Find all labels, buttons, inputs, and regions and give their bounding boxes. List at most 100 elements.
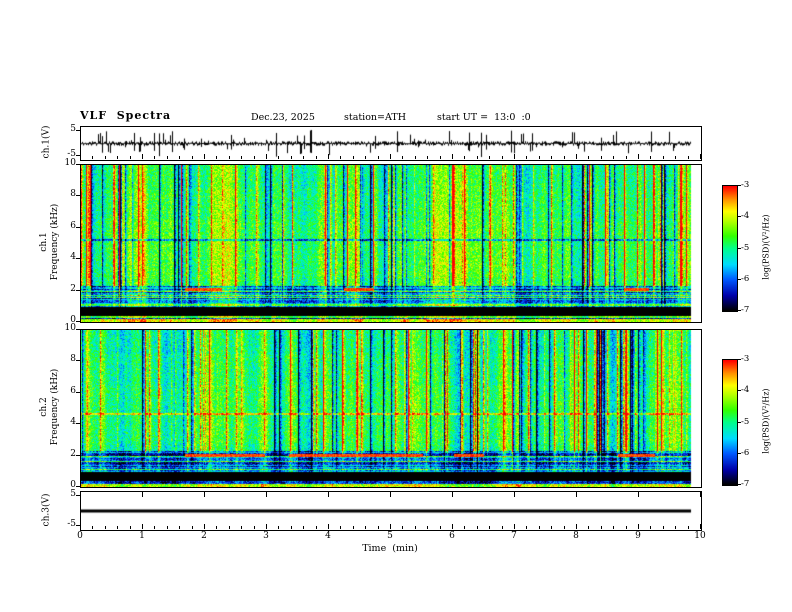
x-tick-mark	[390, 524, 391, 529]
x-minor-tick-mark	[625, 526, 627, 529]
colorbar-tick-mark	[737, 421, 741, 423]
x-tick-label: 1	[139, 531, 145, 541]
ch1-frequency-axis-label: ch.1 Frequency (kHz)	[39, 204, 61, 281]
x-minor-tick-mark	[340, 526, 342, 529]
x-minor-tick-mark	[104, 526, 106, 529]
x-tick-label: 7	[511, 531, 517, 541]
x-minor-tick-mark	[625, 156, 627, 159]
x-tick-mark	[700, 492, 701, 497]
x-minor-tick-mark	[228, 526, 230, 529]
colorbar-tick-mark	[737, 247, 741, 249]
x-minor-tick-mark	[650, 526, 652, 529]
x-tick-label: 0	[77, 531, 83, 541]
x-tick-mark	[452, 154, 453, 159]
x-minor-tick-mark	[439, 526, 441, 529]
x-minor-tick-mark	[104, 156, 106, 159]
x-minor-tick-mark	[588, 156, 590, 159]
y-tick-label: 8	[70, 189, 76, 200]
y-tick-mark	[76, 391, 80, 393]
colorbar-tick-label: -3	[741, 180, 750, 190]
colorbar-tick-label: -6	[741, 447, 750, 458]
x-minor-tick-mark	[191, 156, 193, 159]
x-minor-tick-mark	[687, 156, 689, 159]
colorbar-tick-mark	[737, 216, 741, 218]
x-minor-tick-mark	[439, 156, 441, 159]
x-minor-tick-mark	[414, 156, 416, 159]
x-tick-label: 3	[263, 531, 269, 541]
colorbar-tick-mark	[737, 452, 741, 454]
x-minor-tick-mark	[278, 526, 280, 529]
x-tick-mark	[142, 524, 143, 529]
x-tick-mark	[514, 492, 515, 497]
y-tick-label: 5	[70, 489, 76, 499]
x-minor-tick-mark	[476, 156, 478, 159]
ch1-waveform-canvas	[80, 126, 702, 161]
x-tick-label: 5	[387, 531, 393, 541]
x-minor-tick-mark	[315, 156, 317, 159]
y-tick-mark	[76, 258, 80, 260]
x-tick-mark	[266, 492, 267, 497]
y-tick-mark	[76, 164, 80, 165]
x-minor-tick-mark	[340, 156, 342, 159]
x-minor-tick-mark	[414, 526, 416, 529]
ch2-frequency-axis-label: ch.2 Frequency (kHz)	[39, 369, 61, 446]
colorbar-tick-label: -5	[741, 416, 750, 427]
x-tick-mark	[514, 154, 515, 159]
x-minor-tick-mark	[613, 526, 615, 529]
x-tick-mark	[700, 154, 701, 159]
x-minor-tick-mark	[303, 526, 305, 529]
x-tick-mark	[452, 524, 453, 529]
ch2-axis-frequency-text: Frequency (kHz)	[50, 368, 60, 446]
x-tick-mark	[328, 154, 329, 159]
y-tick-mark	[76, 130, 80, 131]
x-tick-label: 8	[573, 531, 579, 541]
colorbar-tick-label: -4	[741, 211, 750, 222]
x-minor-tick-mark	[117, 156, 119, 159]
x-minor-tick-mark	[352, 526, 354, 529]
colorbar-tick-mark	[737, 278, 741, 280]
y-tick-label: 4	[70, 417, 76, 428]
x-minor-tick-mark	[613, 156, 615, 159]
colorbar-tick-mark	[737, 390, 741, 392]
ch3-voltage-axis-label: ch.3(V)	[41, 493, 52, 527]
x-tick-mark	[80, 492, 81, 497]
x-minor-tick-mark	[315, 526, 317, 529]
y-tick-mark	[76, 321, 80, 322]
x-tick-mark	[142, 492, 143, 497]
x-minor-tick-mark	[402, 526, 404, 529]
y-tick-label: 2	[70, 283, 76, 294]
x-minor-tick-mark	[551, 156, 553, 159]
x-tick-label: 4	[325, 531, 331, 541]
x-minor-tick-mark	[563, 526, 565, 529]
x-tick-label: 9	[635, 531, 641, 541]
ch1-voltage-axis-label: ch.1(V)	[41, 125, 52, 159]
y-tick-label: 4	[70, 252, 76, 263]
x-minor-tick-mark	[253, 526, 255, 529]
y-tick-mark	[76, 195, 80, 197]
x-minor-tick-mark	[464, 156, 466, 159]
y-tick-label: 6	[70, 385, 76, 396]
colorbar-tick-mark	[737, 484, 741, 485]
x-minor-tick-mark	[662, 156, 664, 159]
figure-date: Dec.23, 2025	[251, 112, 315, 123]
ch1-spectrogram-canvas	[80, 164, 702, 323]
x-minor-tick-mark	[489, 156, 491, 159]
x-minor-tick-mark	[687, 526, 689, 529]
y-tick-label: 10	[64, 158, 76, 168]
x-tick-label: 6	[449, 531, 455, 541]
x-tick-mark	[638, 492, 639, 497]
x-minor-tick-mark	[538, 526, 540, 529]
colorbar2-label: log(PSD)(V²/Hz)	[761, 388, 771, 454]
x-minor-tick-mark	[228, 156, 230, 159]
x-minor-tick-mark	[476, 526, 478, 529]
figure-title: VLF Spectra	[80, 109, 172, 122]
ch1-axis-channel-text: ch.1	[39, 232, 49, 252]
x-minor-tick-mark	[117, 526, 119, 529]
y-tick-mark	[76, 155, 80, 156]
x-tick-mark	[204, 154, 205, 159]
colorbar-ch2	[722, 359, 738, 486]
x-tick-mark	[576, 524, 577, 529]
colorbar-tick-mark	[737, 359, 741, 360]
x-minor-tick-mark	[253, 156, 255, 159]
x-tick-mark	[142, 154, 143, 159]
